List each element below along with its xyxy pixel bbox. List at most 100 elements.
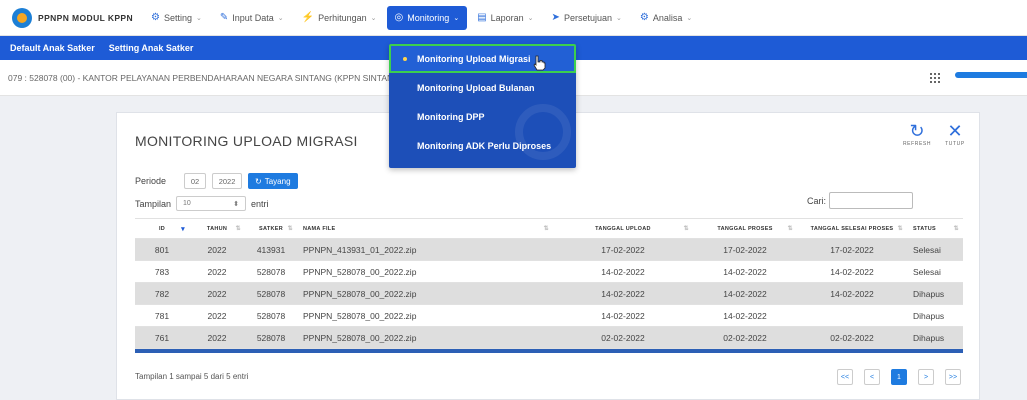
periode-filter: Periode 02 2022 ↻ Tayang bbox=[135, 173, 298, 189]
close-button[interactable]: ✕ TUTUP bbox=[937, 121, 973, 147]
table-cell: 2022 bbox=[207, 266, 227, 277]
apps-grid-icon[interactable] bbox=[930, 73, 940, 83]
table-cell: 14-02-2022 bbox=[601, 266, 645, 277]
dropdown-item[interactable]: Monitoring Upload Migrasi bbox=[389, 44, 576, 73]
column-header[interactable]: ID ▾ bbox=[135, 219, 189, 238]
menu-analisa[interactable]: ⚙ Analisa ⌄ bbox=[632, 6, 700, 30]
table-cell: 781 bbox=[154, 310, 170, 321]
sort-icon: ⇅ bbox=[287, 226, 293, 232]
menu-persetujuan[interactable]: ➤ Persetujuan ⌄ bbox=[544, 6, 630, 30]
table-cell: PPNPN_413931_01_2022.zip bbox=[303, 244, 417, 255]
table-cell: PPNPN_528078_00_2022.zip bbox=[303, 310, 417, 321]
periode-year-input[interactable]: 2022 bbox=[212, 173, 243, 189]
menu-icon: ⚙ bbox=[151, 12, 160, 23]
table-cell: 783 bbox=[154, 266, 170, 277]
column-header-label: STATUS bbox=[913, 225, 936, 232]
menu-label: Persetujuan bbox=[563, 12, 612, 23]
table-cell: 14-02-2022 bbox=[601, 310, 645, 321]
dropdown-item[interactable]: Monitoring DPP bbox=[389, 102, 576, 131]
subnav-default-anak-satker[interactable]: Default Anak Satker bbox=[10, 43, 95, 53]
brand[interactable]: PPNPN MODUL KPPN bbox=[0, 0, 143, 36]
chevron-down-icon: ⌄ bbox=[453, 14, 460, 22]
table-cell: PPNPN_528078_00_2022.zip bbox=[303, 266, 417, 277]
tayang-label: Tayang bbox=[264, 176, 291, 186]
table-cell: 801 bbox=[154, 244, 170, 255]
table-cell: 528078 bbox=[256, 332, 286, 343]
table-cell: Dihapus bbox=[913, 332, 945, 343]
table-cell: 2022 bbox=[207, 288, 227, 299]
table-row[interactable]: 781 2022 528078 PPNPN_528078_00_2022.zip 14-… bbox=[135, 305, 963, 327]
menu-setting[interactable]: ⚙ Setting ⌄ bbox=[143, 6, 210, 30]
table-body: 801 2022 413931 PPNPN_413931_01_2022.zip 17-… bbox=[135, 239, 963, 349]
menu-label: Input Data bbox=[232, 12, 274, 23]
table-cell: 14-02-2022 bbox=[830, 266, 874, 277]
table-cell: 2022 bbox=[207, 244, 227, 255]
column-header-label: TANGGAL UPLOAD bbox=[595, 225, 651, 232]
table-cell: 14-02-2022 bbox=[723, 310, 767, 321]
tayang-button[interactable]: ↻ Tayang bbox=[248, 173, 298, 189]
column-header[interactable]: TANGGAL UPLOAD ⇅ bbox=[553, 219, 693, 238]
table-cell: PPNPN_528078_00_2022.zip bbox=[303, 332, 417, 343]
menu-icon: ⚙ bbox=[639, 12, 649, 23]
table-cell: 782 bbox=[154, 288, 170, 299]
sort-icon: ⇅ bbox=[683, 226, 689, 232]
table-cell: Dihapus bbox=[913, 288, 945, 299]
close-label: TUTUP bbox=[945, 141, 965, 147]
table-cell: 2022 bbox=[207, 310, 227, 321]
column-header[interactable]: NAMA FILE ⇅ bbox=[297, 219, 553, 238]
close-icon: ✕ bbox=[947, 121, 963, 141]
column-header-label: NAMA FILE bbox=[303, 225, 336, 232]
menu-icon: ⚡ bbox=[301, 12, 315, 23]
search-input[interactable] bbox=[829, 192, 914, 209]
chevron-down-icon: ⌄ bbox=[370, 14, 377, 22]
column-header[interactable]: SATKER ⇅ bbox=[245, 219, 297, 238]
column-header[interactable]: STATUS ⇅ bbox=[907, 219, 963, 238]
pagination-button[interactable]: > bbox=[918, 369, 934, 385]
menu-label: Analisa bbox=[652, 12, 683, 23]
table-header: ID ▾ TAHUN ⇅ SATKER ⇅ NAMA FILE ⇅ TANGGAL UPLOAD… bbox=[135, 218, 963, 239]
table-row[interactable]: 801 2022 413931 PPNPN_413931_01_2022.zip 17-… bbox=[135, 239, 963, 261]
table-cell: 14-02-2022 bbox=[601, 288, 645, 299]
monitoring-dropdown: Monitoring Upload Migrasi Monitoring Uplo… bbox=[389, 44, 576, 168]
table-cell: 413931 bbox=[256, 244, 286, 255]
column-header-label: TANGGAL PROSES bbox=[717, 225, 773, 232]
menu-label: Perhitungan bbox=[318, 12, 367, 23]
pagination-button[interactable]: < bbox=[864, 369, 880, 385]
periode-month-input[interactable]: 02 bbox=[184, 173, 207, 189]
column-header[interactable]: TANGGAL PROSES ⇅ bbox=[693, 219, 797, 238]
table-row[interactable]: 761 2022 528078 PPNPN_528078_00_2022.zip 02-… bbox=[135, 327, 963, 349]
pagination-button[interactable]: >> bbox=[945, 369, 961, 385]
horizontal-scrollbar[interactable] bbox=[955, 72, 1027, 78]
column-header[interactable]: TANGGAL SELESAI PROSES ⇅ bbox=[797, 219, 907, 238]
periode-label: Periode bbox=[135, 176, 167, 186]
table-row[interactable]: 783 2022 528078 PPNPN_528078_00_2022.zip 14-… bbox=[135, 261, 963, 283]
menu-input-data[interactable]: ✎ Input Data ⌄ bbox=[212, 6, 292, 30]
page-title: MONITORING UPLOAD MIGRASI bbox=[135, 133, 358, 149]
select-arrows-icon: ⬍ bbox=[233, 200, 240, 208]
top-navbar: PPNPN MODUL KPPN ⚙ Setting ⌄ ✎ Input Data ⌄ ⚡ P… bbox=[0, 0, 1027, 36]
page-length-select[interactable]: 10 ⬍ bbox=[176, 196, 247, 211]
pagination-button[interactable]: << bbox=[837, 369, 853, 385]
refresh-button[interactable]: ↻ REFRESH bbox=[899, 121, 935, 147]
dropdown-item[interactable]: Monitoring Upload Bulanan bbox=[389, 73, 576, 102]
dropdown-item[interactable]: Monitoring ADK Perlu Diproses bbox=[389, 131, 576, 160]
page-length-value: 10 bbox=[183, 200, 191, 207]
menu-laporan[interactable]: ▤ Laporan ⌄ bbox=[469, 6, 541, 30]
search-control: Cari: bbox=[807, 192, 914, 209]
table-cell: 14-02-2022 bbox=[830, 288, 874, 299]
table-row[interactable]: 782 2022 528078 PPNPN_528078_00_2022.zip 14-… bbox=[135, 283, 963, 305]
menu-label: Monitoring bbox=[407, 12, 450, 23]
table-cell bbox=[797, 305, 907, 326]
menu-perhitungan[interactable]: ⚡ Perhitungan ⌄ bbox=[294, 6, 385, 30]
table-cell: 17-02-2022 bbox=[830, 244, 874, 255]
data-table: ID ▾ TAHUN ⇅ SATKER ⇅ NAMA FILE ⇅ TANGGAL UPLOAD… bbox=[135, 218, 963, 353]
subnav-setting-anak-satker[interactable]: Setting Anak Satker bbox=[109, 43, 194, 53]
page-length-control: Tampilan 10 ⬍ entri bbox=[135, 196, 269, 211]
column-header-label: SATKER bbox=[258, 225, 283, 232]
menu-icon: ✎ bbox=[219, 12, 229, 23]
column-header[interactable]: TAHUN ⇅ bbox=[189, 219, 245, 238]
table-cell: 17-02-2022 bbox=[601, 244, 645, 255]
menu-monitoring[interactable]: ◎ Monitoring ⌄ bbox=[386, 5, 468, 30]
table-cell: 02-02-2022 bbox=[601, 332, 645, 343]
pagination-button[interactable]: 1 bbox=[891, 369, 907, 385]
